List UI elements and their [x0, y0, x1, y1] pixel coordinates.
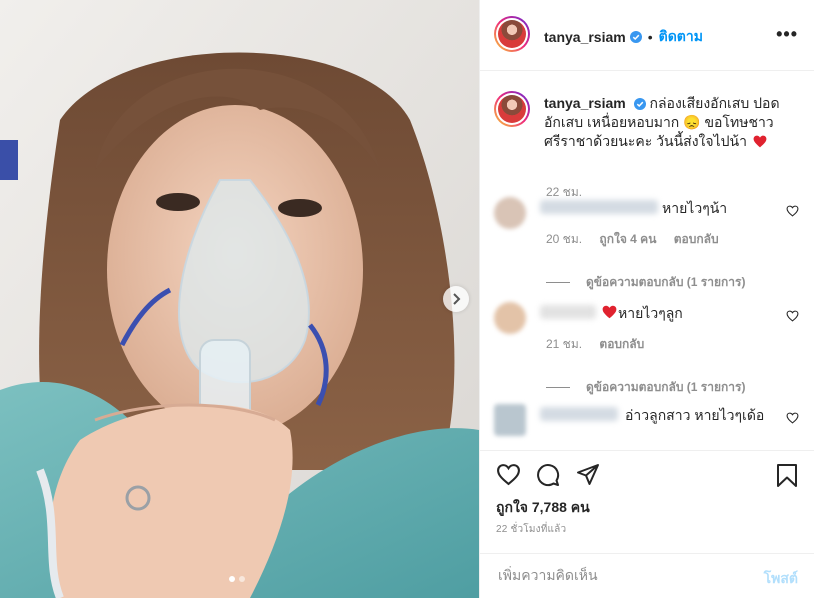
post-details-panel: tanya_rsiam • ติดตาม ••• tanya_rsiam กล่…: [479, 0, 814, 598]
author-avatar[interactable]: [494, 16, 530, 52]
separator-dot: •: [647, 29, 653, 45]
like-comment-heart-icon[interactable]: [786, 205, 799, 217]
reply-button[interactable]: ตอบกลับ: [599, 337, 644, 351]
post-header: tanya_rsiam • ติดตาม •••: [480, 0, 814, 71]
view-replies-label: ดูข้อความตอบกลับ (1 รายการ): [586, 380, 746, 394]
caption-avatar[interactable]: [494, 91, 530, 127]
reply-button[interactable]: ตอบกลับ: [674, 232, 719, 246]
add-comment-input[interactable]: [496, 566, 740, 584]
comment-likes-count[interactable]: ถูกใจ 4 คน: [599, 232, 656, 246]
like-comment-heart-icon[interactable]: [786, 310, 799, 322]
commenter-avatar[interactable]: [494, 197, 526, 229]
carousel-next-button[interactable]: [443, 286, 469, 312]
commenter-username-blurred[interactable]: [540, 407, 618, 421]
carousel-dot-active: [229, 576, 235, 582]
follow-button[interactable]: ติดตาม: [659, 26, 703, 48]
comment-text: หายไวๆน้า: [662, 200, 728, 216]
comment-item: หายไวๆน้า 20 ชม. ถูกใจ 4 คน ตอบกลับ ดูข้…: [494, 197, 799, 297]
view-replies-button[interactable]: ดูข้อความตอบกลับ (1 รายการ): [546, 378, 745, 397]
comment-icon[interactable]: [536, 463, 560, 487]
comment-meta: 20 ชม. ถูกใจ 4 คน ตอบกลับ: [546, 230, 733, 249]
caption-line-2: อักเสบ เหนื่อยหอบมาก 😞 ขอโทษชาว: [544, 114, 774, 130]
red-heart-emoji-icon: [753, 135, 767, 148]
commenter-avatar[interactable]: [494, 404, 526, 436]
save-bookmark-icon[interactable]: [776, 463, 798, 488]
author-username[interactable]: tanya_rsiam: [544, 29, 626, 45]
comment-text: อ่าวลูกสาว หายไวๆเด้อ: [625, 407, 765, 423]
commenter-username-blurred[interactable]: [540, 305, 596, 319]
chevron-right-icon: [453, 293, 461, 305]
more-options-icon[interactable]: •••: [776, 25, 798, 43]
view-replies-label: ดูข้อความตอบกลับ (1 รายการ): [586, 275, 746, 289]
comment-text: หายไวๆลูก: [618, 305, 683, 321]
verified-badge-icon: [633, 98, 646, 110]
post-timestamp[interactable]: 22 ชั่วโมงที่แล้ว: [496, 522, 566, 537]
carousel-dot: [239, 576, 245, 582]
caption-line-3: ศรีราชาด้วยนะคะ วันนี้ส่งใจไปน้า: [544, 133, 747, 149]
post-photo[interactable]: [0, 0, 479, 598]
comments-list[interactable]: tanya_rsiam กล่องเสียงอักเสบ ปอด อักเสบ …: [480, 71, 814, 449]
like-heart-icon[interactable]: [496, 463, 521, 486]
red-heart-emoji-icon: [602, 305, 617, 319]
comment-timestamp[interactable]: 20 ชม.: [546, 232, 582, 246]
caption-username[interactable]: tanya_rsiam: [544, 95, 626, 111]
carousel-indicator: [229, 576, 245, 582]
post-actions: ถูกใจ 7,788 คน 22 ชั่วโมงที่แล้ว โพสต์: [480, 450, 814, 599]
post-comment-button[interactable]: โพสต์: [764, 568, 798, 590]
comment-meta: 21 ชม. ตอบกลับ: [546, 335, 658, 354]
comment-item: อ่าวลูกสาว หายไวๆเด้อ: [494, 404, 799, 449]
caption-text: tanya_rsiam กล่องเสียงอักเสบ ปอด อักเสบ …: [544, 94, 794, 151]
comment-timestamp[interactable]: 21 ชม.: [546, 337, 582, 351]
share-paper-plane-icon[interactable]: [576, 463, 600, 487]
commenter-avatar[interactable]: [494, 302, 526, 334]
view-replies-button[interactable]: ดูข้อความตอบกลับ (1 รายการ): [546, 273, 745, 292]
caption-line-1: กล่องเสียงอักเสบ ปอด: [645, 95, 780, 111]
likes-count[interactable]: ถูกใจ 7,788 คน: [496, 497, 590, 519]
add-comment-bar: โพสต์: [480, 553, 814, 600]
commenter-username-blurred[interactable]: [540, 200, 658, 214]
replies-divider-line: [546, 387, 570, 388]
verified-badge-icon: [629, 31, 642, 43]
like-comment-heart-icon[interactable]: [786, 412, 799, 424]
photo-image: [0, 0, 479, 598]
replies-divider-line: [546, 282, 570, 283]
comment-item: หายไวๆลูก 21 ชม. ตอบกลับ ดูข้อความตอบกลั…: [494, 302, 799, 402]
